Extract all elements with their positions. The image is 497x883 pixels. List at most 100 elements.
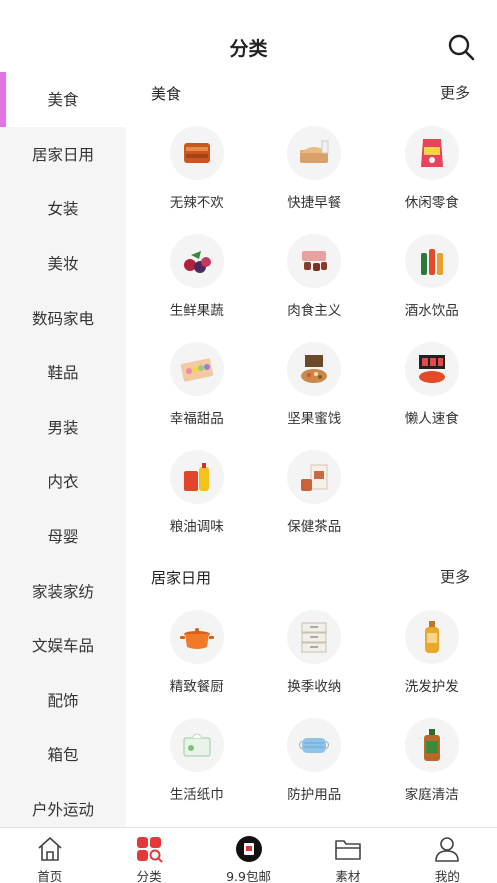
tab-label: 分类	[136, 869, 162, 883]
subcategory-label: 休闲零食	[404, 195, 459, 211]
sidebar-item-entertainment-car[interactable]: 文娱车品	[0, 618, 126, 673]
subcategory-item[interactable]: 保健茶品	[256, 436, 374, 544]
subcategory-item[interactable]: 生鲜果蔬	[138, 220, 256, 328]
section-header: 居家日用 更多	[126, 556, 497, 596]
section-title: 居家日用	[151, 569, 212, 587]
subcategory-label: 粮油调味	[169, 519, 224, 535]
tab-free-shipping[interactable]: 9.9包邮	[199, 828, 298, 883]
sidebar-item-accessories[interactable]: 配饰	[0, 673, 126, 728]
section-header: 美食 更多	[126, 72, 497, 112]
sidebar-item-home-daily[interactable]: 居家日用	[0, 127, 126, 182]
page-title: 分类	[229, 38, 268, 60]
sidebar-item-baby[interactable]: 母婴	[0, 509, 126, 564]
tab-category[interactable]: 分类	[99, 828, 198, 883]
tissue-icon	[169, 718, 224, 772]
sidebar-item-label: 家装家纺	[31, 582, 94, 601]
subcategory-item[interactable]: 酒水饮品	[373, 220, 491, 328]
more-link[interactable]: 更多	[440, 82, 470, 103]
bottom-tab-bar: 首页 分类 9.9包邮 素材 我的	[0, 827, 497, 883]
spicy-snack-icon	[169, 126, 224, 180]
subcategory-label: 懒人速食	[404, 411, 459, 427]
search-icon[interactable]	[447, 33, 475, 61]
subcategory-label: 生活纸巾	[169, 787, 224, 803]
shampoo-icon	[404, 610, 459, 664]
tab-label: 我的	[434, 869, 460, 883]
sidebar-item-label: 鞋品	[47, 364, 79, 383]
home-icon	[36, 835, 64, 863]
category-content: 美食 更多 无辣不欢 快捷早餐 休闲零食 生鲜果蔬 肉食主义 酒水饮品 幸福甜品…	[126, 72, 497, 827]
sidebar-item-label: 箱包	[47, 746, 79, 765]
sidebar-item-womens-wear[interactable]: 女装	[0, 181, 126, 236]
storage-drawer-icon	[287, 610, 342, 664]
subcategory-grid: 精致餐厨 换季收纳 洗发护发 生活纸巾 防护用品 家庭清洁	[126, 596, 497, 812]
section-title: 美食	[151, 85, 182, 103]
subcategory-item[interactable]: 生活纸巾	[138, 704, 256, 812]
berries-icon	[169, 234, 224, 288]
tea-icon	[287, 450, 342, 504]
sidebar-item-outdoor[interactable]: 户外运动	[0, 782, 126, 827]
subcategory-label: 生鲜果蔬	[169, 303, 224, 319]
tab-label: 9.9包邮	[226, 869, 271, 883]
nut-box-icon	[287, 342, 342, 396]
tab-materials[interactable]: 素材	[298, 828, 397, 883]
tab-home[interactable]: 首页	[0, 828, 99, 883]
subcategory-label: 洗发护发	[404, 679, 459, 695]
bread-icon	[287, 126, 342, 180]
sidebar-item-label: 女装	[47, 200, 79, 219]
sidebar-item-mens-wear[interactable]: 男装	[0, 400, 126, 455]
folder-icon	[334, 835, 362, 863]
chips-bag-icon	[404, 126, 459, 180]
sidebar-item-label: 内衣	[47, 473, 79, 492]
subcategory-item[interactable]: 肉食主义	[256, 220, 374, 328]
sidebar-item-label: 户外运动	[31, 801, 94, 820]
subcategory-label: 肉食主义	[287, 303, 342, 319]
category-icon	[135, 835, 163, 863]
instant-noodle-icon	[404, 342, 459, 396]
sidebar-item-home-textile[interactable]: 家装家纺	[0, 563, 126, 618]
user-icon	[433, 835, 461, 863]
free-shipping-icon	[235, 835, 263, 863]
sidebar-item-label: 母婴	[47, 528, 79, 547]
subcategory-label: 幸福甜品	[169, 411, 224, 427]
sidebar-item-shoes[interactable]: 鞋品	[0, 345, 126, 400]
subcategory-item[interactable]: 坚果蜜饯	[256, 328, 374, 436]
subcategory-label: 家庭清洁	[404, 787, 459, 803]
subcategory-item[interactable]: 懒人速食	[373, 328, 491, 436]
sidebar-item-bags[interactable]: 箱包	[0, 727, 126, 782]
subcategory-item[interactable]: 无辣不欢	[138, 112, 256, 220]
subcategory-label: 保健茶品	[287, 519, 342, 535]
tab-label: 素材	[335, 869, 361, 883]
subcategory-item[interactable]: 快捷早餐	[256, 112, 374, 220]
sidebar-item-label: 文娱车品	[31, 637, 94, 656]
sidebar-item-food[interactable]: 美食	[0, 72, 126, 127]
subcategory-label: 精致餐厨	[169, 679, 224, 695]
cleaner-bottle-icon	[404, 718, 459, 772]
subcategory-label: 无辣不欢	[169, 195, 224, 211]
pot-icon	[169, 610, 224, 664]
subcategory-label: 防护用品	[287, 787, 342, 803]
sidebar-item-electronics[interactable]: 数码家电	[0, 290, 126, 345]
meat-icon	[287, 234, 342, 288]
sidebar-item-underwear[interactable]: 内衣	[0, 454, 126, 509]
subcategory-item[interactable]: 换季收纳	[256, 596, 374, 704]
sidebar-item-label: 数码家电	[31, 309, 94, 328]
sidebar-item-label: 居家日用	[31, 145, 94, 164]
subcategory-item[interactable]: 洗发护发	[373, 596, 491, 704]
subcategory-item[interactable]: 幸福甜品	[138, 328, 256, 436]
sidebar-item-label: 美妆	[47, 255, 79, 274]
subcategory-item[interactable]: 防护用品	[256, 704, 374, 812]
subcategory-item[interactable]: 粮油调味	[138, 436, 256, 544]
subcategory-item[interactable]: 精致餐厨	[138, 596, 256, 704]
rice-oil-icon	[169, 450, 224, 504]
tab-mine[interactable]: 我的	[398, 828, 497, 883]
subcategory-label: 坚果蜜饯	[287, 411, 342, 427]
tab-label: 首页	[37, 869, 63, 883]
bottles-icon	[404, 234, 459, 288]
subcategory-item[interactable]: 休闲零食	[373, 112, 491, 220]
subcategory-grid: 无辣不欢 快捷早餐 休闲零食 生鲜果蔬 肉食主义 酒水饮品 幸福甜品 坚果蜜饯 …	[126, 112, 497, 544]
more-link[interactable]: 更多	[440, 566, 470, 587]
macaron-box-icon	[169, 342, 224, 396]
sidebar-item-beauty[interactable]: 美妆	[0, 236, 126, 291]
subcategory-item[interactable]: 家庭清洁	[373, 704, 491, 812]
sidebar-item-label: 美食	[47, 91, 79, 110]
